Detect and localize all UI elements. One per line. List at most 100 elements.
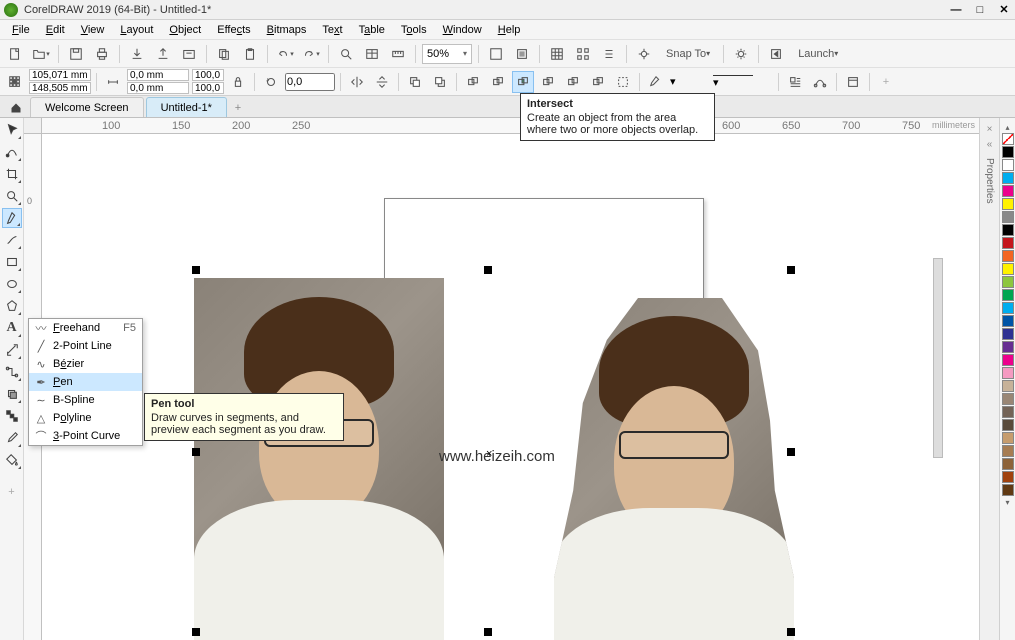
order-back-button[interactable] [429, 71, 451, 93]
front-minus-back-button[interactable] [562, 71, 584, 93]
properties-docker-tab[interactable]: Properties [982, 154, 997, 208]
selection-handle[interactable] [787, 266, 795, 274]
boundary-button[interactable] [612, 71, 634, 93]
mirror-h-button[interactable] [346, 71, 368, 93]
scale-x-input[interactable] [192, 69, 224, 81]
color-swatch[interactable] [1002, 471, 1014, 483]
ruler-button[interactable] [387, 43, 409, 65]
scale-y-input[interactable] [192, 82, 224, 94]
copy-button[interactable] [213, 43, 235, 65]
menu-bitmaps[interactable]: Bitmaps [259, 22, 315, 38]
color-swatch[interactable] [1002, 263, 1014, 275]
image-left[interactable] [194, 278, 444, 640]
align-button[interactable] [598, 43, 620, 65]
color-swatch[interactable] [1002, 198, 1014, 210]
back-minus-front-button[interactable] [587, 71, 609, 93]
transparency-tool[interactable] [2, 406, 22, 426]
minimize-button[interactable]: — [949, 3, 963, 17]
color-swatch[interactable] [1002, 159, 1014, 171]
flyout-bspline[interactable]: ∼B-Spline [29, 391, 142, 409]
redo-button[interactable]: ▾ [300, 43, 322, 65]
table-button[interactable] [361, 43, 383, 65]
freehand-tool[interactable] [2, 208, 22, 228]
color-swatch[interactable] [1002, 367, 1014, 379]
flyout-bezier[interactable]: ∿Bézier [29, 355, 142, 373]
menu-text[interactable]: Text [314, 22, 350, 38]
preview-button[interactable] [511, 43, 533, 65]
connector-tool[interactable] [2, 362, 22, 382]
pick-tool[interactable] [2, 120, 22, 140]
selection-handle[interactable] [787, 628, 795, 636]
shape-tool[interactable] [2, 142, 22, 162]
simplify-button[interactable] [537, 71, 559, 93]
convert-curves-button[interactable] [809, 71, 831, 93]
width-input[interactable] [127, 69, 189, 81]
paste-button[interactable] [239, 43, 261, 65]
color-swatch[interactable] [1002, 328, 1014, 340]
launch-icon[interactable] [765, 43, 787, 65]
selection-handle[interactable] [484, 628, 492, 636]
ruler-origin[interactable] [24, 118, 42, 134]
search-button[interactable] [335, 43, 357, 65]
color-swatch[interactable] [1002, 315, 1014, 327]
tab-welcome[interactable]: Welcome Screen [30, 97, 144, 117]
object-origin-icon[interactable] [4, 71, 26, 93]
color-swatch[interactable] [1002, 341, 1014, 353]
open-button[interactable]: ▾ [30, 43, 52, 65]
menu-file[interactable]: File [4, 22, 38, 38]
fullscreen-button[interactable] [485, 43, 507, 65]
menu-help[interactable]: Help [490, 22, 529, 38]
y-position-input[interactable] [29, 82, 91, 94]
color-swatch[interactable] [1002, 484, 1014, 496]
fill-tool[interactable] [2, 450, 22, 470]
menu-edit[interactable]: Edit [38, 22, 73, 38]
undo-button[interactable]: ▾ [274, 43, 296, 65]
rotation-input[interactable] [285, 73, 335, 91]
close-button[interactable]: ✕ [997, 3, 1011, 17]
dock-expand-button[interactable]: « [987, 139, 993, 150]
color-swatch[interactable] [1002, 172, 1014, 184]
color-swatch[interactable] [1002, 432, 1014, 444]
color-swatch[interactable] [1002, 445, 1014, 457]
order-front-button[interactable] [404, 71, 426, 93]
add-tool-button[interactable]: + [2, 482, 22, 502]
menu-object[interactable]: Object [161, 22, 209, 38]
color-swatch[interactable] [1002, 289, 1014, 301]
ellipse-tool[interactable] [2, 274, 22, 294]
flyout-polyline[interactable]: △Polyline [29, 409, 142, 427]
trim-button[interactable] [487, 71, 509, 93]
weld-button[interactable] [462, 71, 484, 93]
flyout-3point-curve[interactable]: ⌒3-Point Curve [29, 427, 142, 445]
drop-shadow-tool[interactable] [2, 384, 22, 404]
color-swatch[interactable] [1002, 224, 1014, 236]
dock-close-button[interactable]: × [987, 124, 993, 135]
object-props-button[interactable] [842, 71, 864, 93]
launch-dropdown[interactable]: Launch ▾ [791, 43, 845, 65]
menu-view[interactable]: View [73, 22, 113, 38]
export-button[interactable] [152, 43, 174, 65]
outline-pen-icon[interactable] [645, 71, 667, 93]
guide-button[interactable] [572, 43, 594, 65]
color-swatch[interactable] [1002, 354, 1014, 366]
menu-effects[interactable]: Effects [209, 22, 258, 38]
menu-layout[interactable]: Layout [112, 22, 161, 38]
tab-untitled[interactable]: Untitled-1* [146, 97, 227, 117]
options-button[interactable] [730, 43, 752, 65]
maximize-button[interactable]: □ [973, 3, 987, 17]
palette-scroll-up[interactable]: ▴ [1002, 122, 1014, 132]
polygon-tool[interactable] [2, 296, 22, 316]
horizontal-ruler[interactable]: 100 150 200 250 450 500 550 600 650 700 … [42, 118, 979, 134]
color-swatch[interactable] [1002, 146, 1014, 158]
artistic-media-tool[interactable] [2, 230, 22, 250]
selection-handle[interactable] [484, 266, 492, 274]
grid-button[interactable] [546, 43, 568, 65]
palette-scroll-down[interactable]: ▾ [1002, 497, 1014, 507]
print-button[interactable] [91, 43, 113, 65]
canvas[interactable]: 100 150 200 250 450 500 550 600 650 700 … [24, 118, 979, 640]
line-style-combo[interactable]: ▾ [713, 75, 773, 89]
crop-tool[interactable] [2, 164, 22, 184]
mirror-v-button[interactable] [371, 71, 393, 93]
selection-handle[interactable] [192, 266, 200, 274]
color-swatch[interactable] [1002, 211, 1014, 223]
zoom-combo[interactable]: 50%▾ [422, 44, 472, 64]
